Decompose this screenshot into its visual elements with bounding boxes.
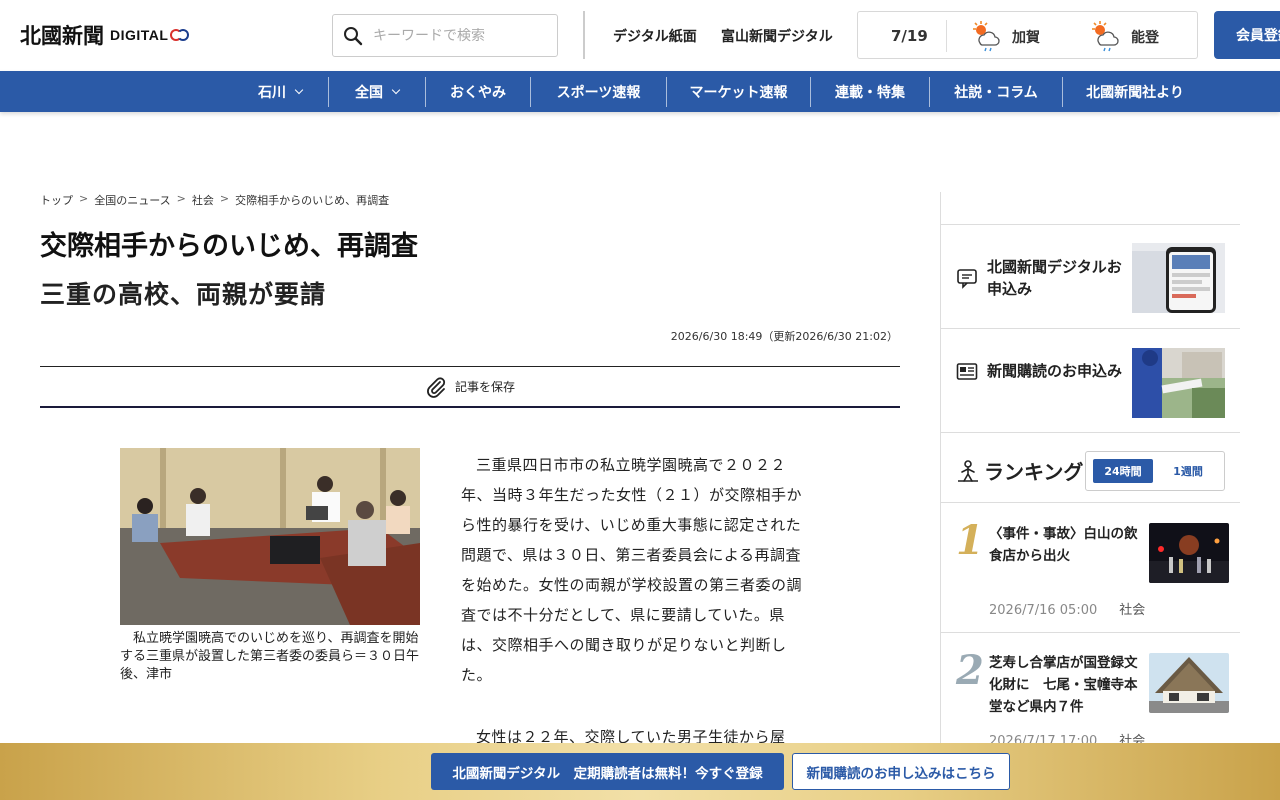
nav-item-okuyami[interactable]: おくやみ (426, 71, 530, 112)
search-input[interactable] (373, 27, 543, 44)
rank-category[interactable]: 社会 (1119, 603, 1145, 618)
tab-1week[interactable]: 1週間 (1158, 459, 1218, 483)
nav-item-sports[interactable]: スポーツ速報 (531, 71, 666, 112)
chevron-down-icon (294, 85, 304, 94)
nav-label: 全国 (355, 84, 383, 101)
sidebar-rule (941, 432, 1240, 433)
rank-meta: 2026/7/16 05:00 社会 (989, 599, 1145, 618)
breadcrumb-top[interactable]: トップ (40, 192, 73, 208)
newspaper-icon (956, 363, 978, 380)
ranking-title: ランキング (984, 460, 1084, 484)
tab-24h[interactable]: 24時間 (1093, 459, 1153, 483)
nav-item-series[interactable]: 連載・特集 (811, 71, 929, 112)
breadcrumb-separator: > (176, 192, 186, 205)
nav-item-zenkoku[interactable]: 全国 (329, 71, 425, 112)
ranking-item[interactable]: 2 芝寿し合掌店が国登録文化財に 七尾・宝幢寺本堂など県内７件 2026/7/1… (941, 633, 1240, 749)
rank-thumbnail[interactable] (1149, 653, 1229, 713)
article-photo[interactable] (120, 448, 420, 625)
site-logo[interactable]: 北國新聞 DIGITAL (20, 22, 190, 48)
main-nav: 石川 全国 おくやみ スポーツ速報 マーケット速報 連載・特集 社説・コラム 北… (0, 71, 1280, 112)
nav-label: 石川 (258, 84, 286, 101)
weather-widget[interactable]: 7/19 加賀 能登 (857, 11, 1198, 59)
weather-location-noto: 能登 (1131, 30, 1159, 46)
nav-item-ishikawa[interactable]: 石川 (232, 71, 328, 112)
article-paragraph-1: 三重県四日市市の私立暁学園暁高で２０２２年、当時３年生だった女性（２１）が交際相… (461, 456, 803, 684)
save-article-label: 記事を保存 (454, 380, 515, 394)
member-register-button[interactable]: 会員登録 (1214, 11, 1280, 59)
rank-date: 2026/7/16 05:00 (989, 603, 1098, 618)
ranking-item[interactable]: 1 〈事件・事故〉白山の飲食店から出火 2026/7/16 05:00 社会 (941, 503, 1240, 632)
newspaper-promo-image[interactable] (1132, 348, 1225, 418)
digital-promo-image[interactable] (1132, 243, 1225, 313)
smartphone-image (1132, 243, 1225, 313)
nav-item-market[interactable]: マーケット速報 (667, 71, 810, 112)
weather-divider (946, 20, 947, 52)
gassho-house-image (1149, 653, 1229, 713)
meeting-photo-image (120, 448, 420, 625)
ranking-header: ランキング (956, 456, 1083, 485)
site-header: 北國新聞 DIGITAL デジタル紙面 富山新聞デジタル 7/19 加賀 (0, 0, 1280, 71)
logo-text: 北國新聞 (20, 23, 104, 48)
nav-item-about[interactable]: 北國新聞社より (1063, 71, 1207, 112)
save-article-button[interactable]: 記事を保存 (40, 366, 900, 408)
paperclip-icon (427, 376, 446, 398)
header-divider (583, 11, 585, 59)
nav-item-editorial[interactable]: 社説・コラム (930, 71, 1062, 112)
weather-date: 7/19 (891, 27, 928, 45)
weather-location-kaga: 加賀 (1012, 30, 1040, 46)
rank-number: 2 (956, 647, 984, 694)
search-icon[interactable] (343, 26, 363, 46)
bottom-subscribe-banner: 北國新聞デジタル 定期購読者は無料！今すぐ登録 新聞購読のお申し込みはこちら (0, 743, 1280, 800)
search-box[interactable] (332, 14, 558, 57)
breadcrumb-current: 交際相手からのいじめ、再調査 (235, 194, 390, 207)
breadcrumb: トップ > 全国のニュース > 社会 > 交際相手からのいじめ、再調査 (40, 192, 395, 208)
toyama-digital-link[interactable]: 富山新聞デジタル (721, 26, 833, 46)
rank-title[interactable]: 芝寿し合掌店が国登録文化財に 七尾・宝幢寺本堂など県内７件 (989, 652, 1147, 718)
ranking-tabs: 24時間 1週間 (1085, 451, 1225, 491)
digital-subscription-label: 北國新聞デジタルお申込み (987, 258, 1122, 298)
sidebar-rule (941, 224, 1240, 225)
breadcrumb-society[interactable]: 社会 (192, 192, 214, 208)
newspaper-delivery-image (1132, 348, 1225, 418)
paper-subscribe-button[interactable]: 新聞購読のお申し込みはこちら (792, 753, 1010, 790)
article-title: 交際相手からのいじめ、再調査 (40, 231, 418, 262)
logo-digital-text: DIGITAL (110, 27, 169, 43)
sidebar-rule (941, 328, 1240, 329)
photo-caption: 私立暁学園暁高でのいじめを巡り、再調査を開始する三重県が設置した第三者委の委員ら… (120, 631, 420, 682)
sun-cloud-rain-icon (1092, 21, 1119, 52)
logo-mark-icon (170, 28, 190, 42)
sun-cloud-rain-icon (973, 21, 1000, 52)
breadcrumb-separator: > (219, 192, 230, 205)
rank-thumbnail[interactable] (1149, 523, 1229, 583)
rank-number: 1 (956, 517, 984, 564)
digital-paper-link[interactable]: デジタル紙面 (613, 26, 697, 46)
digital-register-button[interactable]: 北國新聞デジタル 定期購読者は無料！今すぐ登録 (431, 753, 784, 790)
article-timestamp: 2026/6/30 18:49（更新2026/6/30 21:02） (670, 330, 898, 343)
rank-title[interactable]: 〈事件・事故〉白山の飲食店から出火 (989, 523, 1147, 567)
fire-scene-image (1149, 523, 1229, 583)
breadcrumb-separator: > (79, 192, 89, 205)
ranking-person-icon (958, 459, 978, 482)
article-subtitle: 三重の高校、両親が要請 (40, 280, 327, 309)
digital-subscription-icon (957, 269, 977, 289)
breadcrumb-national[interactable]: 全国のニュース (94, 192, 170, 208)
newspaper-subscription-label: 新聞購読のお申込み (987, 362, 1123, 380)
chevron-down-icon (391, 85, 401, 94)
